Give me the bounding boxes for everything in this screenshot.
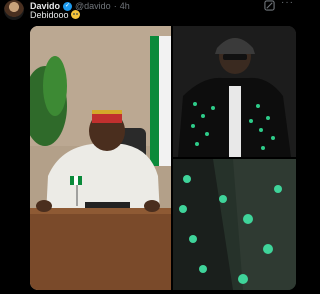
avatar[interactable] <box>4 0 24 20</box>
timestamp[interactable]: 4h <box>120 1 130 11</box>
media-image-1[interactable] <box>30 26 171 290</box>
separator-dot: · <box>113 1 117 11</box>
grok-icon[interactable] <box>264 0 275 11</box>
media-image-2[interactable] <box>173 26 296 157</box>
desk-scene-illustration <box>30 26 171 290</box>
tweet-text: Debidooo <box>30 10 81 20</box>
media-image-3[interactable] <box>173 159 296 290</box>
jacket-closeup-illustration <box>173 159 296 290</box>
tweet-body: Debidooo <box>30 10 69 20</box>
jacket-portrait-illustration <box>173 26 296 157</box>
media-grid <box>30 26 296 290</box>
more-icon[interactable]: ··· <box>281 0 294 8</box>
author-handle[interactable]: @davido <box>75 1 111 11</box>
laughing-crying-emoji-icon <box>71 10 81 19</box>
